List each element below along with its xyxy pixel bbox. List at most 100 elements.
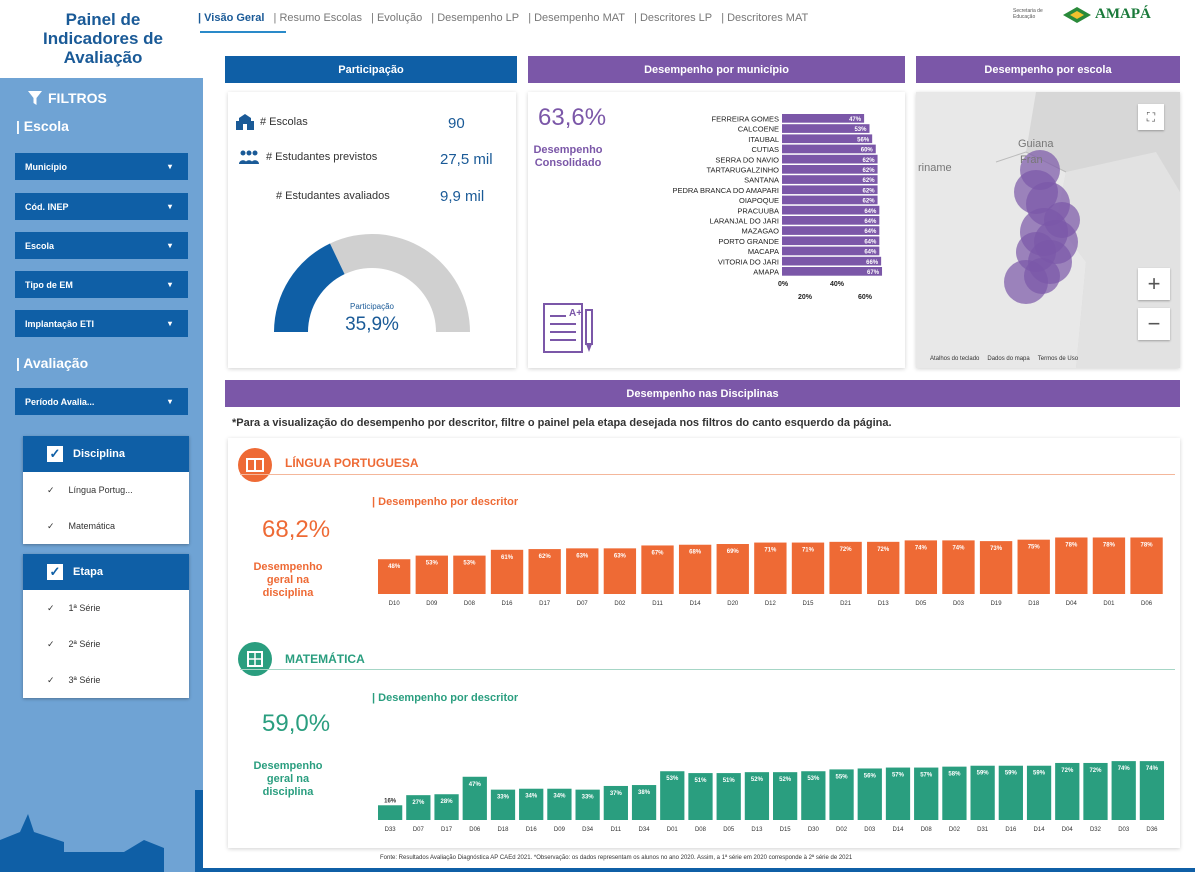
fullscreen-icon[interactable]: ⛶ (1138, 104, 1164, 130)
mat-label: Desempenho geral na disciplina (253, 760, 323, 798)
descritor-bar-label: 59% (977, 771, 990, 777)
calculator-icon (238, 642, 272, 676)
etapa-option[interactable]: ✓ 3ª Série (23, 662, 189, 698)
dropdown-label: Implantação ETI (25, 318, 95, 329)
descritor-bar-label: 34% (553, 794, 566, 800)
dropdown-periodo[interactable]: Período Avalia... ▾ (15, 388, 188, 415)
dropdown-cod-inep[interactable]: Cód. INEP ▾ (15, 193, 188, 220)
etapa-option[interactable]: ✓ 2ª Série (23, 626, 189, 662)
map-place-franca: Fran (1020, 154, 1043, 166)
municipio-label: SANTANA (744, 176, 779, 185)
secretaria-logo-text: Secretaria de Educação (1013, 8, 1043, 20)
map-attribution: Atalhos do teclado Dados do mapa Termos … (930, 356, 1180, 362)
descritor-bar-label: 27% (412, 800, 425, 806)
descritor-tick-label: D10 (389, 601, 401, 607)
descritor-bar-label: 73% (990, 546, 1003, 552)
filters-label: FILTROS (48, 90, 107, 106)
descritor-tick-label: D34 (582, 827, 594, 833)
app-title-line: Indicadores de (43, 29, 163, 48)
map-shortcuts-link[interactable]: Atalhos do teclado (930, 356, 979, 362)
dropdown-label: Tipo de EM (25, 279, 73, 290)
descritor-bar-label: 72% (840, 547, 853, 553)
descritor-bar-label: 78% (1065, 542, 1078, 548)
municipio-bar-label: 62% (863, 199, 876, 205)
descritor-tick-label: D17 (539, 601, 551, 607)
descritor-tick-label: D19 (991, 601, 1003, 607)
dropdown-label: Cód. INEP (25, 201, 69, 212)
dropdown-label: Período Avalia... (25, 396, 95, 407)
lp-value: 68,2% (262, 516, 331, 543)
descritor-tick-label: D18 (497, 827, 509, 833)
disciplina-select-all[interactable]: ✓ Disciplina (23, 436, 189, 472)
tab-descritores-lp[interactable]: | Descritores LP (634, 12, 712, 24)
municipio-bar-chart: FERREIRA GOMES 47% CALCOENE 53% ITAUBAL 56% CU… (672, 114, 883, 301)
descritor-tick-label: D11 (652, 601, 663, 607)
escolas-value: 90 (448, 115, 465, 132)
descritor-tick-label: D21 (840, 601, 852, 607)
descritor-tick-label: D34 (639, 827, 651, 833)
descritor-tick-label: D02 (836, 827, 848, 833)
dropdown-municipio[interactable]: Município ▾ (15, 153, 188, 180)
map-terms-link[interactable]: Termos de Uso (1038, 356, 1078, 362)
check-icon: ✓ (47, 484, 55, 495)
escola-header: Desempenho por escola (916, 56, 1180, 83)
descritor-tick-label: D07 (413, 827, 425, 833)
top-nav: | Visão Geral | Resumo Escolas | Evoluçã… (198, 12, 814, 24)
disciplina-option[interactable]: ✓ Matemática (23, 508, 189, 544)
municipio-bar-label: 62% (863, 158, 876, 164)
municipio-bar-label: 62% (863, 178, 876, 184)
tab-desempenho-lp[interactable]: | Desempenho LP (431, 12, 519, 24)
tab-visao-geral[interactable]: | Visão Geral (198, 12, 264, 24)
descritor-bar-label: 58% (948, 772, 961, 778)
municipio-label: PRACUUBA (737, 206, 779, 215)
descritor-tick-label: D36 (1146, 827, 1158, 833)
check-icon: ✓ (47, 602, 55, 613)
municipio-label: TARTARUGALZINHO (706, 166, 779, 175)
descritor-bar-label: 63% (614, 553, 627, 559)
previstos-stat: # Estudantes previstos (238, 150, 377, 164)
municipio-bar-label: 56% (857, 137, 870, 143)
map-data-link[interactable]: Dados do mapa (987, 356, 1029, 362)
descritor-tick-label: D14 (690, 601, 702, 607)
tab-evolucao[interactable]: | Evolução (371, 12, 422, 24)
descritor-bar-label: 47% (469, 782, 482, 788)
participation-gauge (274, 234, 470, 332)
escola-map[interactable]: Guiana Fran riname ⛶ + − Atalhos do tecl… (916, 92, 1180, 368)
zoom-out-button[interactable]: − (1138, 308, 1170, 340)
tab-desempenho-mat[interactable]: | Desempenho MAT (528, 12, 625, 24)
disciplina-panel: ✓ Disciplina ✓ Língua Portug... ✓ Matemátic… (23, 436, 189, 544)
panel-title: Disciplina (73, 448, 125, 460)
disciplina-option[interactable]: ✓ Língua Portug... (23, 472, 189, 508)
dropdown-implantacao-eti[interactable]: Implantação ETI ▾ (15, 310, 188, 337)
etapa-option[interactable]: ✓ 1ª Série (23, 590, 189, 626)
lp-desc-title: | Desempenho por descritor (372, 496, 519, 508)
descritor-tick-label: D14 (1034, 827, 1046, 833)
tab-descritores-mat[interactable]: | Descritores MAT (721, 12, 808, 24)
zoom-in-button[interactable]: + (1138, 268, 1170, 300)
municipio-label: OIAPOQUE (739, 196, 779, 205)
municipio-bar-label: 64% (864, 209, 877, 215)
descritor-bar-label: 33% (582, 795, 595, 801)
descritor-bar-label: 74% (952, 545, 965, 551)
descritor-bar-label: 37% (610, 791, 623, 797)
descritor-tick-label: D14 (892, 827, 904, 833)
tab-resumo-escolas[interactable]: | Resumo Escolas (274, 12, 362, 24)
lp-title: LÍNGUA PORTUGUESA (285, 456, 419, 470)
app-title-line: Avaliação (63, 48, 143, 67)
students-icon (239, 150, 259, 164)
municipio-card: 63,6% Desempenho Consolidado A+ FERREIRA… (528, 92, 905, 368)
secretaria-logo: Secretaria de Educação (1013, 8, 1043, 28)
etapa-select-all[interactable]: ✓ Etapa (23, 554, 189, 590)
dropdown-escola[interactable]: Escola ▾ (15, 232, 188, 259)
chevron-down-icon: ▾ (167, 319, 172, 328)
disciplinas-header: Desempenho nas Disciplinas (225, 380, 1180, 407)
dropdown-tipo-em[interactable]: Tipo de EM ▾ (15, 271, 188, 298)
check-icon: ✓ (47, 520, 55, 531)
lp-descritor-chart: 48% D10 53% D09 53% D08 61% D16 62% D17 63% D07 63% D… (378, 537, 1163, 607)
municipio-bar-label: 66% (866, 260, 879, 266)
lp-label: Desempenho geral na disciplina (253, 561, 323, 599)
descritor-tick-label: D13 (878, 601, 890, 607)
descritor-bar-label: 71% (802, 548, 815, 554)
chevron-down-icon: ▾ (167, 202, 172, 211)
descritor-bar-label: 52% (751, 777, 764, 783)
